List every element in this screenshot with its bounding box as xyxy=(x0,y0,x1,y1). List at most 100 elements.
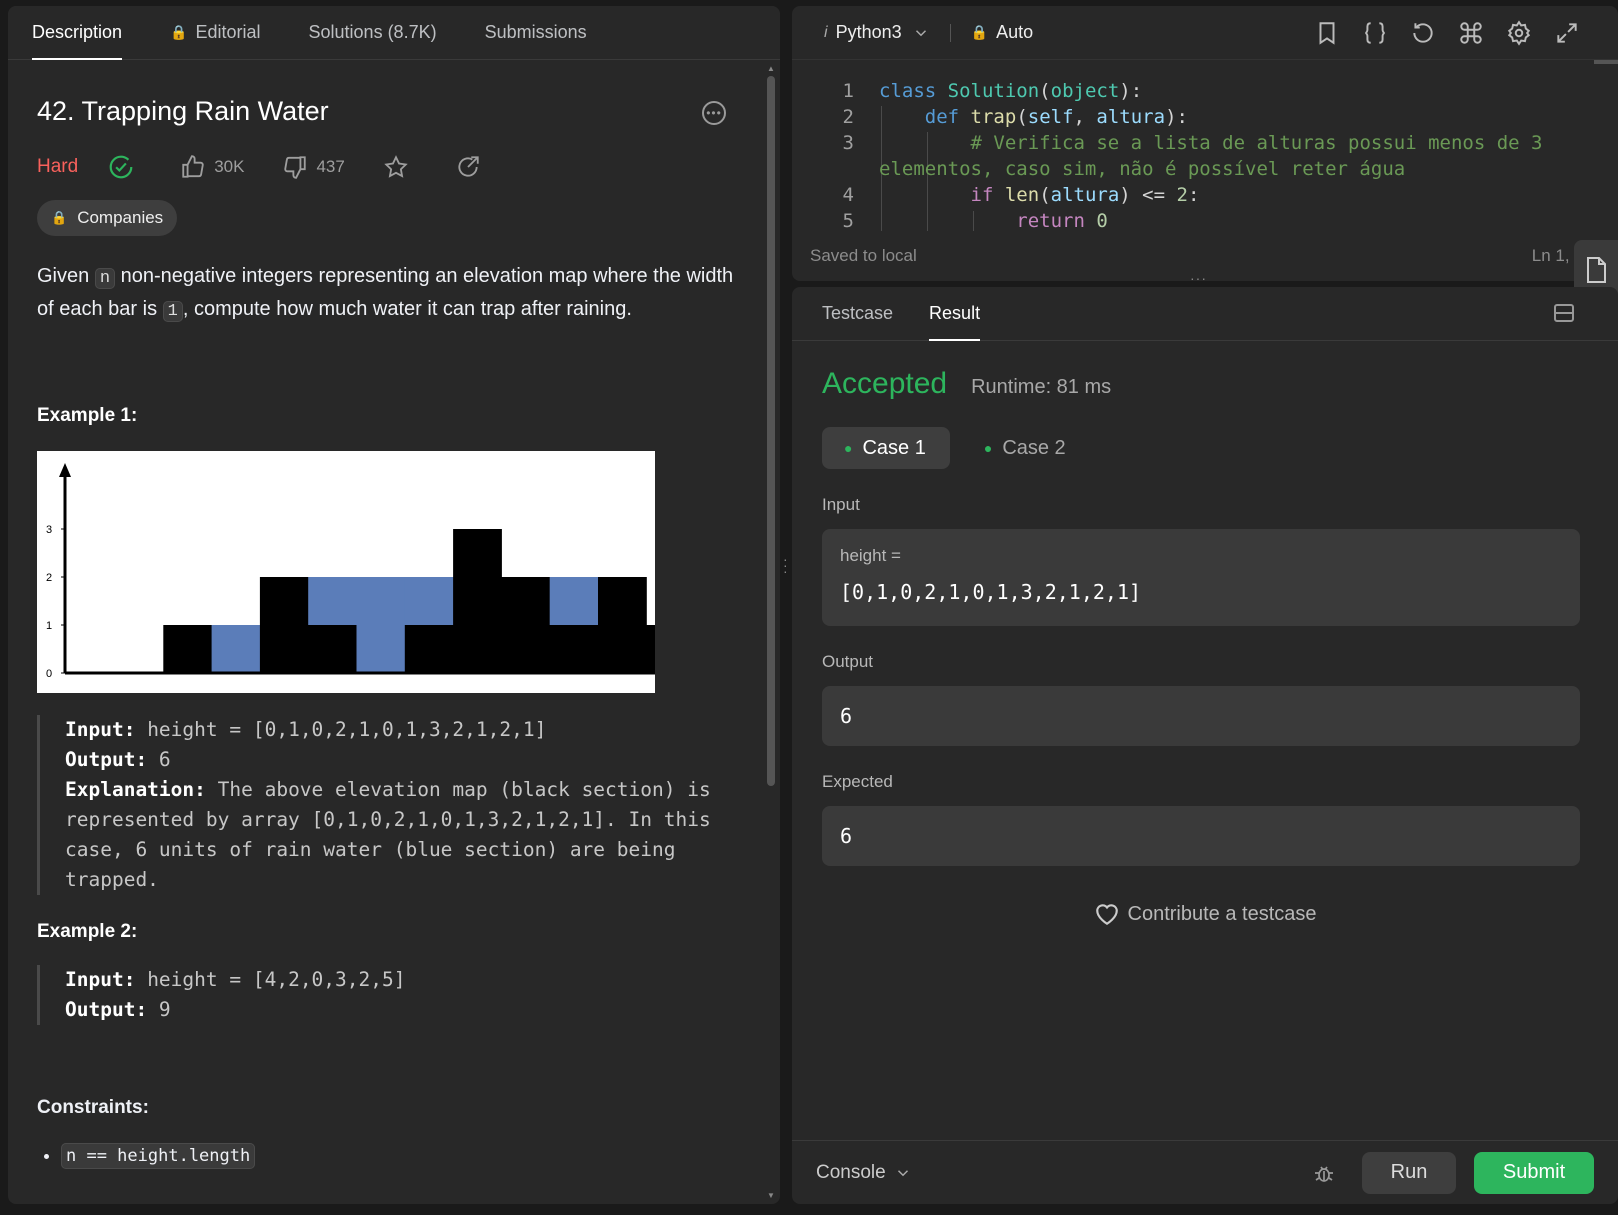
elevation-bar xyxy=(501,577,551,673)
tab-solutions-label: Solutions (8.7K) xyxy=(308,22,437,42)
code-token: if xyxy=(970,184,994,206)
example-1-heading: Example 1: xyxy=(37,405,138,426)
contribute-label: Contribute a testcase xyxy=(1127,902,1317,925)
pass-dot-icon: ● xyxy=(844,440,853,456)
code-token: ): xyxy=(1165,106,1188,128)
constraint-item: n == height.length xyxy=(61,1143,735,1169)
code-comment: elementos, caso sim, não é possível rete… xyxy=(879,158,1406,180)
code-area[interactable]: 1 class Solution(object): 2 def trap(sel… xyxy=(792,71,1592,231)
bookmark-icon[interactable] xyxy=(1314,20,1340,46)
code-token: self xyxy=(1027,106,1074,128)
scroll-up-arrow-icon[interactable]: ▲ xyxy=(767,64,775,73)
expand-icon[interactable] xyxy=(1554,20,1580,46)
language-select[interactable]: i Python3 xyxy=(824,22,930,43)
input-label: Input: xyxy=(65,968,136,991)
tab-result[interactable]: Result xyxy=(929,287,981,341)
run-button[interactable]: Run xyxy=(1362,1151,1456,1194)
expected-label: Expected xyxy=(822,772,893,791)
horizontal-resize-handle[interactable]: ··· xyxy=(1190,270,1207,286)
tab-description[interactable]: Description xyxy=(32,6,123,60)
toolbar-divider xyxy=(949,23,951,42)
favorite-button[interactable] xyxy=(383,154,417,180)
command-icon[interactable] xyxy=(1458,20,1484,46)
contribute-testcase-link[interactable]: Contribute a testcase xyxy=(792,902,1618,926)
scrollbar-thumb[interactable] xyxy=(767,76,775,786)
line-number: 3 xyxy=(842,132,854,154)
tab-testcase[interactable]: Testcase xyxy=(822,287,893,340)
example-input: height = [4,2,0,3,2,5] xyxy=(135,968,406,991)
code-token: 0 xyxy=(1096,210,1108,231)
tab-editorial-label: Editorial xyxy=(195,22,261,42)
code-token: ( xyxy=(1016,106,1028,128)
tab-testcase-label: Testcase xyxy=(822,303,894,323)
saved-status: Saved to local xyxy=(810,246,917,265)
companies-label: Companies xyxy=(77,208,164,227)
layout-toggle-icon[interactable] xyxy=(1554,304,1574,322)
tab-editorial[interactable]: 🔒 Editorial xyxy=(170,6,260,59)
input-variable-name: height = xyxy=(840,546,901,565)
vertical-resize-handle[interactable]: · · · xyxy=(783,552,788,578)
language-label: Python3 xyxy=(835,22,902,42)
inline-code: n xyxy=(94,268,116,289)
code-token: class xyxy=(879,80,937,102)
constraints-list: n == height.length xyxy=(37,1143,735,1169)
code-comment: # Verifica se a lista de alturas possui … xyxy=(970,132,1543,154)
line-number: 5 xyxy=(842,210,854,231)
example-2-heading: Example 2: xyxy=(37,921,138,942)
elevation-bar xyxy=(308,625,357,673)
thumbs-down-icon xyxy=(284,156,307,179)
code-token: ( xyxy=(1039,80,1051,102)
companies-tag[interactable]: 🔒 Companies xyxy=(37,200,178,236)
debug-bug-icon[interactable] xyxy=(1312,1161,1336,1185)
reset-icon[interactable] xyxy=(1410,20,1436,46)
solved-check-icon xyxy=(108,154,142,180)
constraint-code: n == height.length xyxy=(61,1143,256,1169)
document-icon xyxy=(1587,257,1606,283)
code-token: object xyxy=(1050,80,1120,102)
problem-panel: Description 🔒 Editorial Solutions (8.7K) … xyxy=(8,6,780,1204)
settings-gear-icon[interactable] xyxy=(1506,20,1532,46)
runtime-text: Runtime: 81 ms xyxy=(971,376,1112,398)
input-value: [0,1,0,2,1,0,1,3,2,1,2,1] xyxy=(840,580,1142,604)
input-box: height = [0,1,0,2,1,0,1,3,2,1,2,1] xyxy=(822,529,1580,626)
elevation-map-chart: 0 1 2 3 xyxy=(46,463,696,680)
tab-submissions[interactable]: Submissions xyxy=(485,6,587,59)
difficulty-badge: Hard xyxy=(37,156,79,177)
share-button[interactable] xyxy=(455,154,489,180)
editor-scrollbar[interactable] xyxy=(1594,60,1618,64)
code-token: def xyxy=(924,106,960,128)
water-bar xyxy=(308,577,357,625)
case-1-tab[interactable]: ● Case 1 xyxy=(822,427,950,469)
elevation-bar xyxy=(404,625,454,673)
case-2-tab[interactable]: ● Case 2 xyxy=(962,427,1090,469)
footer-actions: Run Submit xyxy=(1312,1151,1594,1194)
elevation-bar xyxy=(549,625,599,673)
y-axis-arrow xyxy=(59,463,71,477)
line-number: 2 xyxy=(842,106,854,128)
problem-scrollbar[interactable]: ▲ ▼ xyxy=(766,64,776,1200)
more-options-icon[interactable]: ••• xyxy=(702,101,726,125)
submit-button[interactable]: Submit xyxy=(1474,1151,1594,1194)
editor-toolbar: i Python3 🔒 Auto xyxy=(792,6,1618,60)
scroll-down-arrow-icon[interactable]: ▼ xyxy=(767,1191,775,1200)
result-panel: Testcase Result Accepted Runtime: 81 ms … xyxy=(792,287,1618,1204)
chevron-down-icon xyxy=(897,1169,908,1176)
example-1-block: Input: height = [0,1,0,2,1,0,1,3,2,1,2,1… xyxy=(37,715,735,895)
tab-solutions[interactable]: Solutions (8.7K) xyxy=(309,6,437,59)
expected-value: 6 xyxy=(840,824,853,848)
elevation-bar xyxy=(163,625,213,673)
dislike-button[interactable]: 437 xyxy=(282,154,345,180)
line-number: 1 xyxy=(842,80,854,102)
code-token: Solution xyxy=(947,80,1040,102)
console-toggle[interactable]: Console xyxy=(816,1162,912,1184)
code-line: return 0 xyxy=(879,210,1108,231)
auto-mode-toggle[interactable]: 🔒 Auto xyxy=(971,22,1033,43)
water-bar xyxy=(549,577,599,625)
desc-text: , compute how much water it can trap aft… xyxy=(182,298,632,320)
problem-title[interactable]: 42. Trapping Rain Water xyxy=(37,96,735,132)
format-braces-icon[interactable] xyxy=(1362,20,1388,46)
like-button[interactable]: 30K xyxy=(180,154,244,180)
elevation-bar xyxy=(453,529,502,673)
code-token: trap xyxy=(970,106,1017,128)
problem-description: Given n non-negative integers representi… xyxy=(37,261,735,327)
